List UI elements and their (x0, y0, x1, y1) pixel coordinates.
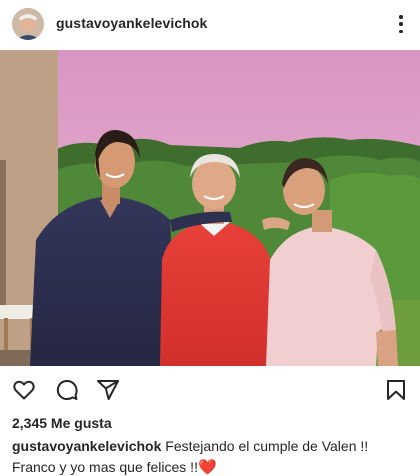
caption-text-line2: Franco y yo mas que felices !! (12, 459, 198, 475)
avatar[interactable] (12, 8, 44, 40)
post-header: gustavoyankelevichok (0, 0, 420, 48)
post-username[interactable]: gustavoyankelevichok (56, 15, 207, 31)
caption-text-line1: Festejando el cumple de Valen !! (161, 438, 369, 454)
post-caption: gustavoyankelevichok Festejando el cumpl… (12, 436, 412, 476)
bookmark-icon[interactable] (384, 378, 408, 402)
post-actions (0, 366, 420, 410)
comment-icon[interactable] (55, 378, 79, 402)
red-heart-emoji-icon: ❤️ (197, 459, 217, 476)
send-icon[interactable] (96, 378, 120, 402)
heart-icon[interactable] (12, 378, 36, 402)
likes-count[interactable]: 2,345 Me gusta (12, 415, 112, 431)
more-vertical-icon[interactable] (396, 12, 406, 36)
post-photo[interactable] (0, 50, 420, 366)
caption-username[interactable]: gustavoyankelevichok (12, 438, 161, 454)
